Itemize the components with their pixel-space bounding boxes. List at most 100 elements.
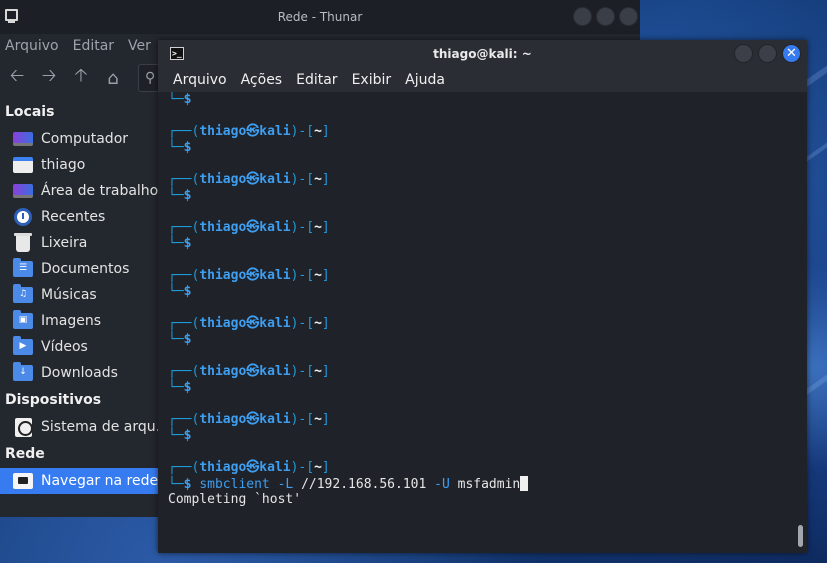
prompt-line: ┌──(thiago㉿kali)-[~]: [168, 364, 807, 380]
prompt-open: ┌──(: [168, 316, 200, 331]
terminal-menubar: Arquivo Ações Editar Exibir Ajuda: [158, 68, 807, 92]
text-cursor: [520, 476, 529, 491]
sidebar-item-imagens[interactable]: ▣ Imagens: [0, 308, 158, 334]
prompt-open: ┌──(: [168, 124, 200, 139]
terminal-scrollbar[interactable]: [798, 525, 803, 547]
sidebar-item-thiago[interactable]: thiago: [0, 152, 158, 178]
prompt-open: ┌──(: [168, 172, 200, 187]
prompt-close: ]: [321, 364, 330, 379]
prompt-dir: ~: [314, 364, 322, 379]
prompt-arrow: └─: [168, 284, 184, 299]
prompt-open: ┌──(: [168, 460, 200, 475]
prompt-symbol: $: [183, 236, 192, 251]
menu-arquivo[interactable]: Arquivo: [173, 72, 227, 88]
computer-icon: [13, 130, 33, 148]
prompt-line: ┌──(thiago㉿kali)-[~]: [168, 172, 807, 188]
terminal-titlebar[interactable]: >_ thiago@kali: ~ ✕: [158, 40, 807, 68]
thunar-titlebar[interactable]: Rede - Thunar: [0, 0, 640, 34]
sidebar-header-locais: Locais: [5, 104, 55, 120]
prompt-symbol: $: [183, 380, 192, 395]
prompt-mid: )-[: [290, 460, 315, 475]
sidebar-item-label: thiago: [41, 157, 86, 173]
prompt-user: thiago㉿kali: [199, 316, 291, 331]
prompt-user: thiago㉿kali: [199, 364, 291, 379]
terminal-icon: >_: [170, 47, 184, 60]
sidebar-item-sistema-de-arquivos[interactable]: Sistema de arqu…: [0, 414, 158, 440]
menu-acoes[interactable]: Ações: [241, 72, 283, 88]
close-button[interactable]: ✕: [782, 44, 801, 63]
music-folder-icon: ♫: [13, 284, 33, 304]
menu-ajuda[interactable]: Ajuda: [405, 72, 445, 88]
menu-ver[interactable]: Ver: [128, 38, 151, 54]
sidebar-item-computador[interactable]: Computador: [0, 126, 158, 152]
menu-arquivo[interactable]: Arquivo: [5, 38, 59, 54]
sidebar-item-videos[interactable]: ▶ Vídeos: [0, 334, 158, 360]
menu-exibir[interactable]: Exibir: [352, 72, 392, 88]
maximize-button[interactable]: [596, 7, 615, 26]
sidebar-item-navegar-na-rede[interactable]: Navegar na rede: [0, 468, 158, 494]
prompt-line: ┌──(thiago㉿kali)-[~]: [168, 220, 807, 236]
sidebar-item-label: Músicas: [41, 287, 97, 303]
prompt-symbol: $: [183, 140, 192, 155]
thunar-title: Rede - Thunar: [277, 10, 363, 24]
prompt-mid: )-[: [290, 124, 315, 139]
sidebar-item-label: Imagens: [41, 313, 102, 329]
terminal-window[interactable]: >_ thiago@kali: ~ ✕ Arquivo Ações Editar…: [158, 40, 807, 553]
prompt-open: ┌──(: [168, 220, 200, 235]
sidebar-item-area-de-trabalho[interactable]: Área de trabalho: [0, 178, 158, 204]
sidebar-item-recentes[interactable]: Recentes: [0, 204, 158, 230]
up-arrow-icon[interactable]: 🡡: [70, 65, 92, 89]
command-line: └─$ smbclient -L //192.168.56.101 -U msf…: [168, 476, 807, 492]
sidebar-header-rede: Rede: [5, 446, 45, 462]
command-flag: -L: [277, 477, 294, 492]
menu-editar[interactable]: Editar: [73, 38, 114, 54]
sidebar-item-label: Vídeos: [41, 339, 88, 355]
minimize-button[interactable]: [573, 7, 592, 26]
prompt-mid: )-[: [290, 412, 315, 427]
prompt-open: ┌──(: [168, 412, 200, 427]
close-button[interactable]: [619, 7, 638, 26]
prompt-line: ┌──(thiago㉿kali)-[~]: [168, 460, 807, 476]
prompt-user: thiago㉿kali: [199, 220, 291, 235]
sidebar-item-documentos[interactable]: ☰ Documentos: [0, 256, 158, 282]
prompt-mid: )-[: [290, 316, 315, 331]
sidebar-item-lixeira[interactable]: Lixeira: [0, 230, 158, 256]
prompt-dir: ~: [314, 124, 322, 139]
menu-editar[interactable]: Editar: [296, 72, 337, 88]
command-name: smbclient: [199, 477, 270, 492]
documents-folder-icon: ☰: [13, 258, 33, 278]
terminal-output[interactable]: └─$ ┌──(thiago㉿kali)-[~] └─$ ┌──(thiago㉿kal…: [158, 92, 807, 553]
home-folder-icon: [13, 156, 33, 174]
prompt-line: ┌──(thiago㉿kali)-[~]: [168, 268, 807, 284]
prompt-close: ]: [321, 172, 330, 187]
prompt-mid: )-[: [290, 364, 315, 379]
home-icon[interactable]: ⌂: [102, 67, 124, 89]
prompt-symbol: $: [183, 188, 192, 203]
sidebar-item-downloads[interactable]: ↓ Downloads: [0, 360, 158, 386]
prompt-symbol: $: [183, 332, 192, 347]
prompt-arrow: └─: [168, 380, 184, 395]
maximize-button[interactable]: [758, 44, 777, 63]
prompt-input-line: └─$: [168, 236, 807, 252]
prompt-dir: ~: [314, 316, 322, 331]
minimize-button[interactable]: [734, 44, 753, 63]
sidebar-item-musicas[interactable]: ♫ Músicas: [0, 282, 158, 308]
prompt-close: ]: [321, 412, 330, 427]
prompt-close: ]: [321, 220, 330, 235]
prompt-dir: ~: [314, 268, 322, 283]
sidebar-item-label: Downloads: [41, 365, 118, 381]
command-flag: -U: [434, 477, 450, 492]
prompt-line: ┌──(thiago㉿kali)-[~]: [168, 124, 807, 140]
drive-icon: [13, 417, 33, 437]
sidebar-item-label: Área de trabalho: [41, 183, 158, 199]
forward-arrow-icon[interactable]: 🡢: [38, 65, 60, 89]
videos-folder-icon: ▶: [13, 336, 33, 356]
command-target: //192.168.56.101: [301, 477, 427, 492]
prompt-close: ]: [321, 316, 330, 331]
recent-icon: [13, 208, 33, 226]
back-arrow-icon[interactable]: 🡠: [6, 65, 28, 89]
